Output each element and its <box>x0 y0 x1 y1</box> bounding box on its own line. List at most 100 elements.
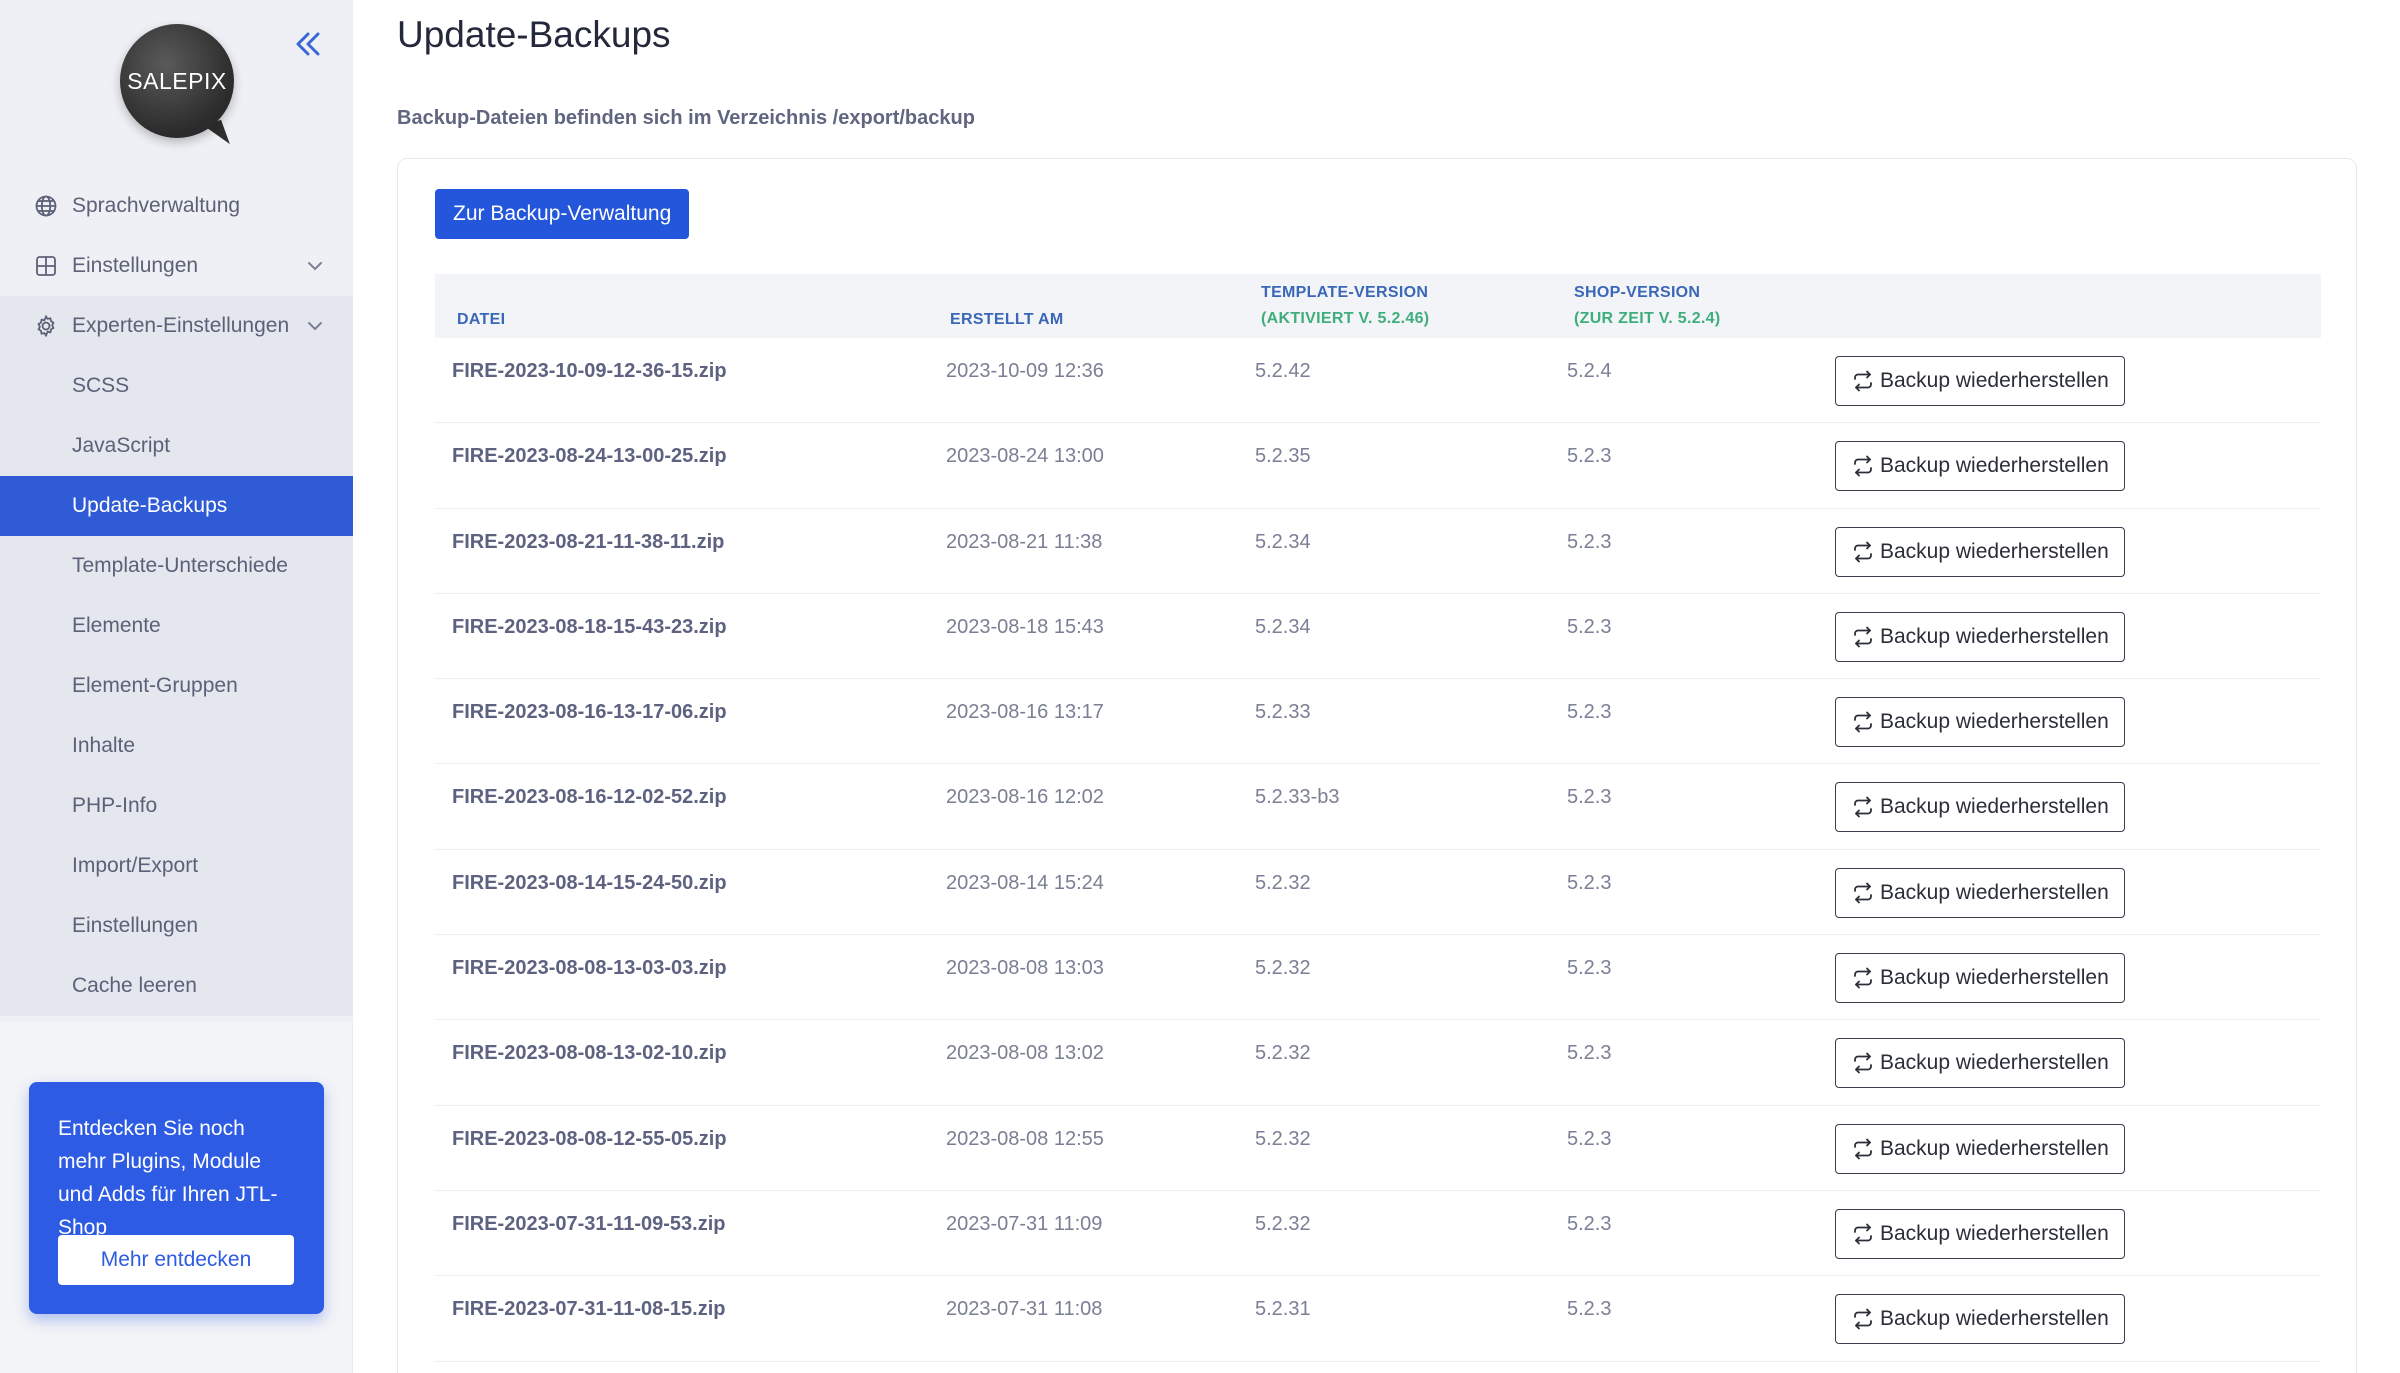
sidebar-subitem-element-gruppen[interactable]: Element-Gruppen <box>0 656 353 716</box>
backup-shop-version: 5.2.3 <box>1567 1212 1612 1235</box>
restore-icon <box>1852 1052 1874 1074</box>
sidebar-item-label: Sprachverwaltung <box>72 194 241 217</box>
sidebar-item-experten-einstellungen[interactable]: Experten-Einstellungen <box>0 296 353 356</box>
backup-file-name: FIRE-2023-07-31-11-09-53.zip <box>452 1212 726 1235</box>
backup-template-version: 5.2.34 <box>1255 530 1311 553</box>
restore-icon <box>1852 1308 1874 1330</box>
experten-submenu: SCSS JavaScript Update-Backups Template-… <box>0 356 353 1016</box>
column-header-shop-sub: (ZUR ZEIT V. 5.2.4) <box>1574 310 1721 327</box>
restore-backup-label: Backup wiederherstellen <box>1880 1051 2109 1075</box>
table-row: FIRE-2023-08-16-12-02-52.zip 2023-08-16 1… <box>435 764 2321 850</box>
backup-shop-version: 5.2.3 <box>1567 786 1612 809</box>
backup-card: Zur Backup-Verwaltung DATEI ERSTELLT AM … <box>397 158 2357 1373</box>
sidebar-subitem-scss[interactable]: SCSS <box>0 356 353 416</box>
restore-backup-button[interactable]: Backup wiederherstellen <box>1835 1294 2125 1345</box>
restore-backup-label: Backup wiederherstellen <box>1880 1221 2109 1245</box>
restore-backup-label: Backup wiederherstellen <box>1880 539 2109 563</box>
sidebar-subitem-javascript[interactable]: JavaScript <box>0 416 353 476</box>
restore-backup-button[interactable]: Backup wiederherstellen <box>1835 1208 2125 1259</box>
backup-template-version: 5.2.32 <box>1255 1127 1311 1150</box>
sidebar-nav: Sprachverwaltung Einstellungen Experten-… <box>0 176 353 1016</box>
column-header-shop: SHOP-VERSION (ZUR ZEIT V. 5.2.4) <box>1574 284 1720 328</box>
backup-created-date: 2023-07-31 11:08 <box>946 1298 1103 1321</box>
sidebar-item-einstellungen[interactable]: Einstellungen <box>0 236 353 296</box>
column-header-template: TEMPLATE-VERSION (AKTIVIERT V. 5.2.46) <box>1261 284 1429 328</box>
sidebar-subitem-template-unterschiede[interactable]: Template-Unterschiede <box>0 536 353 596</box>
backup-shop-version: 5.2.3 <box>1567 445 1612 468</box>
backup-shop-version: 5.2.3 <box>1567 530 1612 553</box>
sidebar-item-sprachverwaltung[interactable]: Sprachverwaltung <box>0 176 353 236</box>
backup-created-date: 2023-08-16 12:02 <box>946 786 1104 809</box>
table-row: FIRE-2023-08-08-13-03-03.zip 2023-08-08 1… <box>435 935 2321 1021</box>
table-row: FIRE-2023-08-21-11-38-11.zip 2023-08-21 1… <box>435 509 2321 594</box>
sidebar-subitem-update-backups[interactable]: Update-Backups <box>0 476 353 536</box>
table-row: FIRE-2023-07-31-11-09-53.zip 2023-07-31 1… <box>435 1191 2321 1277</box>
collapse-sidebar-icon[interactable] <box>292 28 324 60</box>
sidebar-subitem-inhalte[interactable]: Inhalte <box>0 716 353 776</box>
backup-file-name: FIRE-2023-08-08-13-03-03.zip <box>452 957 727 980</box>
restore-backup-button[interactable]: Backup wiederherstellen <box>1835 867 2125 918</box>
table-row: FIRE-2023-08-24-13-00-25.zip 2023-08-24 1… <box>435 423 2321 509</box>
restore-backup-button[interactable]: Backup wiederherstellen <box>1835 1123 2125 1174</box>
backup-template-version: 5.2.33 <box>1255 701 1311 724</box>
restore-backup-button[interactable]: Backup wiederherstellen <box>1835 697 2125 748</box>
sidebar-subitem-cache-leeren[interactable]: Cache leeren <box>0 956 353 1016</box>
logo[interactable]: SALEPIX <box>120 24 240 151</box>
mehr-entdecken-button[interactable]: Mehr entdecken <box>58 1235 294 1285</box>
sidebar-subitem-import-export[interactable]: Import/Export <box>0 836 353 896</box>
backup-template-version: 5.2.35 <box>1255 445 1311 468</box>
restore-icon <box>1852 796 1874 818</box>
backup-template-version: 5.2.33-b3 <box>1255 786 1340 809</box>
sidebar-subitem-einstellungen[interactable]: Einstellungen <box>0 896 353 956</box>
restore-icon <box>1852 626 1874 648</box>
column-header-shop-label: SHOP-VERSION <box>1574 284 1701 301</box>
promo-card: Entdecken Sie noch mehr Plugins, Module … <box>29 1082 324 1314</box>
sidebar-subitem-elemente[interactable]: Elemente <box>0 596 353 656</box>
backup-file-name: FIRE-2023-08-16-13-17-06.zip <box>452 701 727 724</box>
restore-backup-button[interactable]: Backup wiederherstellen <box>1835 782 2125 833</box>
restore-backup-button[interactable]: Backup wiederherstellen <box>1835 356 2125 406</box>
backup-shop-version: 5.2.3 <box>1567 1042 1612 1065</box>
restore-icon <box>1852 1138 1874 1160</box>
backup-created-date: 2023-08-08 13:02 <box>946 1042 1104 1065</box>
restore-backup-button[interactable]: Backup wiederherstellen <box>1835 953 2125 1004</box>
gear-icon <box>34 314 58 338</box>
backup-shop-version: 5.2.3 <box>1567 701 1612 724</box>
sidebar-item-label: Einstellungen <box>72 254 199 277</box>
restore-backup-label: Backup wiederherstellen <box>1880 966 2109 990</box>
restore-backup-button[interactable]: Backup wiederherstellen <box>1835 526 2125 577</box>
column-header-template-label: TEMPLATE-VERSION <box>1261 284 1429 301</box>
backup-shop-version: 5.2.3 <box>1567 871 1612 894</box>
restore-backup-label: Backup wiederherstellen <box>1880 1307 2109 1331</box>
backup-shop-version: 5.2.3 <box>1567 1298 1612 1321</box>
backup-created-date: 2023-07-31 11:09 <box>946 1212 1103 1235</box>
promo-text: Entdecken Sie noch mehr Plugins, Module … <box>58 1117 278 1239</box>
backup-template-version: 5.2.34 <box>1255 615 1311 638</box>
backup-verwaltung-button[interactable]: Zur Backup-Verwaltung <box>435 189 690 239</box>
restore-backup-button[interactable]: Backup wiederherstellen <box>1835 611 2125 662</box>
logo-bubble: SALEPIX <box>120 24 234 138</box>
backup-created-date: 2023-08-14 15:24 <box>946 871 1104 894</box>
restore-backup-button[interactable]: Backup wiederherstellen <box>1835 441 2125 492</box>
backup-created-date: 2023-08-21 11:38 <box>946 530 1103 553</box>
column-header-created: ERSTELLT AM <box>950 311 1064 328</box>
backup-file-name: FIRE-2023-08-18-15-43-23.zip <box>452 615 727 638</box>
page-title: Update-Backups <box>397 14 671 55</box>
restore-backup-button[interactable]: Backup wiederherstellen <box>1835 1038 2125 1089</box>
backup-table-body: FIRE-2023-10-09-12-36-15.zip 2023-10-09 1… <box>435 338 2321 1362</box>
table-row: FIRE-2023-08-18-15-43-23.zip 2023-08-18 1… <box>435 594 2321 680</box>
table-row: FIRE-2023-08-16-13-17-06.zip 2023-08-16 1… <box>435 679 2321 765</box>
backup-template-version: 5.2.32 <box>1255 957 1311 980</box>
table-header: DATEI ERSTELLT AM TEMPLATE-VERSION (AKTI… <box>435 274 2321 338</box>
restore-backup-label: Backup wiederherstellen <box>1880 880 2109 904</box>
restore-icon <box>1852 967 1874 989</box>
column-header-file: DATEI <box>457 311 506 328</box>
sidebar-subitem-php-info[interactable]: PHP-Info <box>0 776 353 836</box>
chevron-down-icon <box>305 316 325 336</box>
backup-shop-version: 5.2.4 <box>1567 360 1612 382</box>
restore-backup-label: Backup wiederherstellen <box>1880 710 2109 734</box>
backup-template-version: 5.2.42 <box>1255 360 1311 382</box>
restore-backup-label: Backup wiederherstellen <box>1880 795 2109 819</box>
sidebar-item-label: Experten-Einstellungen <box>72 314 290 337</box>
restore-icon <box>1852 370 1874 392</box>
